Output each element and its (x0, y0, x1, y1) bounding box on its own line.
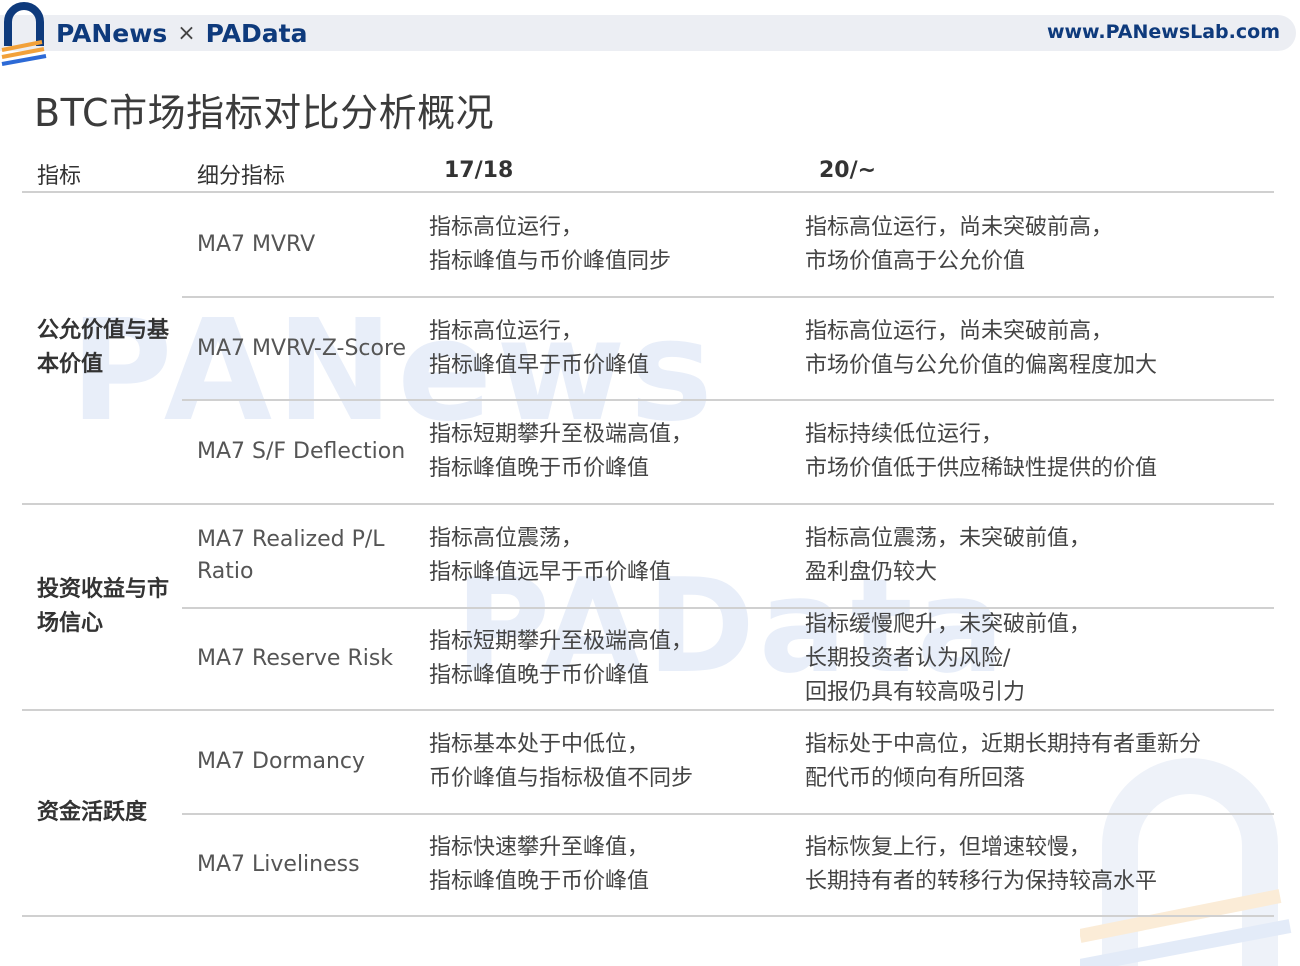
period-1718-cell: 指标快速攀升至峰值， 指标峰值晚于币价峰值 (429, 831, 805, 899)
period-1718-cell: 指标基本处于中低位， 币价峰值与指标极值不同步 (429, 728, 805, 796)
cell-line: 指标高位运行，尚未突破前高， (805, 214, 1114, 240)
header-sub-indicator: 细分指标 (197, 164, 286, 189)
cell-line: 指标峰值晚于币价峰值 (429, 456, 650, 481)
table-row: MA7 S/F Deflection 指标短期攀升至极端高值， 指标峰值晚于币价… (182, 399, 1274, 503)
period-1718-cell: 指标短期攀升至极端高值， 指标峰值晚于币价峰值 (429, 625, 805, 693)
group-label: 公允价值与基本价值 (37, 318, 170, 377)
cell-line: 指标持续低位运行， (805, 422, 1004, 447)
cell-line: 市场价值高于公允价值 (805, 248, 1026, 274)
period-1718-cell: 指标高位运行， 指标峰值与币价峰值同步 (429, 211, 805, 279)
cell-line: 指标高位震荡， (429, 526, 584, 551)
cell-line: 指标高位运行，尚未突破前高， (805, 318, 1114, 344)
cell-line: 指标恢复上行，但增速较慢， (805, 835, 1092, 860)
cell-line: 指标短期攀升至极端高值， (429, 422, 694, 447)
cell-line: 指标峰值晚于币价峰值 (429, 663, 650, 688)
sub-indicator: MA7 Reserve Risk (197, 646, 394, 671)
table-row: MA7 Dormancy 指标基本处于中低位， 币价峰值与指标极值不同步 指标处… (182, 711, 1274, 813)
sub-indicator: MA7 MVRV (197, 231, 316, 257)
cell-line: 指标峰值远早于币价峰值 (429, 560, 672, 585)
table-row: MA7 Reserve Risk 指标短期攀升至极端高值， 指标峰值晚于币价峰值… (182, 607, 1274, 709)
cell-line: 回报仍具有较高吸引力 (805, 680, 1026, 705)
header-period-20: 20/~ (819, 158, 877, 183)
table-group: 公允价值与基本价值 MA7 MVRV 指标高位运行， 指标峰值与币价峰值同步 指… (22, 193, 1274, 505)
table-row: MA7 Liveliness 指标快速攀升至峰值， 指标峰值晚于币价峰值 指标恢… (182, 813, 1274, 915)
cell-line: 配代币的倾向有所回落 (805, 766, 1026, 791)
group-label: 投资收益与市场信心 (37, 577, 170, 636)
header-indicator: 指标 (37, 164, 82, 189)
group-label: 资金活跃度 (37, 800, 148, 825)
table-group: 资金活跃度 MA7 Dormancy 指标基本处于中低位， 币价峰值与指标极值不… (22, 711, 1274, 917)
cell-line: 指标峰值晚于币价峰值 (429, 869, 650, 894)
cell-line: 指标高位运行， (429, 318, 584, 344)
period-20-cell: 指标高位震荡，未突破前值， 盈利盘仍较大 (805, 522, 1274, 590)
table-header: 指标 细分指标 17/18 20/~ (22, 152, 1274, 193)
period-1718-cell: 指标高位运行， 指标峰值早于币价峰值 (429, 315, 805, 383)
period-20-cell: 指标恢复上行，但增速较慢， 长期持有者的转移行为保持较高水平 (805, 831, 1274, 899)
page-title: BTC市场指标对比分析概况 (34, 91, 495, 135)
indicator-table: 指标 细分指标 17/18 20/~ 公允价值与基本价值 MA7 MVRV 指标… (22, 152, 1274, 917)
cell-line: 指标快速攀升至峰值， (429, 835, 650, 860)
period-20-cell: 指标持续低位运行， 市场价值低于供应稀缺性提供的价值 (805, 418, 1274, 486)
table-row: MA7 MVRV-Z-Score 指标高位运行， 指标峰值早于币价峰值 指标高位… (182, 296, 1274, 399)
cell-line: 指标基本处于中低位， (429, 732, 650, 757)
table-row: MA7 Realized P/L Ratio 指标高位震荡， 指标峰值远早于币价… (182, 505, 1274, 607)
cell-line: 指标峰值早于币价峰值 (429, 352, 650, 378)
cell-line: 长期投资者认为风险/ (805, 646, 1011, 671)
sub-indicator: MA7 S/F Deflection (197, 439, 406, 464)
cell-line: 指标处于中高位，近期长期持有者重新分 (805, 732, 1202, 757)
brand-separator: × (177, 20, 196, 46)
cell-line: 币价峰值与指标极值不同步 (429, 766, 694, 791)
table-group: 投资收益与市场信心 MA7 Realized P/L Ratio 指标高位震荡，… (22, 505, 1274, 711)
brand-padata: PAData (205, 18, 308, 48)
cell-line: 盈利盘仍较大 (805, 560, 938, 585)
header-period-1718: 17/18 (444, 158, 514, 183)
panews-arch-logo-icon (1, 2, 47, 66)
sub-indicator: MA7 Liveliness (197, 852, 360, 877)
site-url[interactable]: www.PANewsLab.com (1047, 21, 1280, 43)
period-20-cell: 指标高位运行，尚未突破前高， 市场价值与公允价值的偏离程度加大 (805, 315, 1274, 383)
brand-panews: PANews (56, 18, 168, 48)
cell-line: 指标高位运行， (429, 214, 584, 240)
cell-line: 市场价值低于供应稀缺性提供的价值 (805, 456, 1158, 481)
cell-line: 指标高位震荡，未突破前值， (805, 526, 1092, 551)
sub-indicator: MA7 Dormancy (197, 749, 366, 774)
cell-line: 指标缓慢爬升，未突破前值， (805, 612, 1092, 637)
period-20-cell: 指标高位运行，尚未突破前高， 市场价值高于公允价值 (805, 211, 1274, 279)
cell-line: 长期持有者的转移行为保持较高水平 (805, 869, 1158, 894)
cell-line: 市场价值与公允价值的偏离程度加大 (805, 352, 1158, 378)
cell-line: 指标短期攀升至极端高值， (429, 629, 694, 654)
brand: PANews × PAData (56, 17, 308, 49)
cell-line: 指标峰值与币价峰值同步 (429, 248, 672, 274)
period-20-cell: 指标缓慢爬升，未突破前值， 长期投资者认为风险/ 回报仍具有较高吸引力 (805, 608, 1274, 710)
period-1718-cell: 指标短期攀升至极端高值， 指标峰值晚于币价峰值 (429, 418, 805, 486)
period-1718-cell: 指标高位震荡， 指标峰值远早于币价峰值 (429, 522, 805, 590)
sub-indicator: MA7 MVRV-Z-Score (197, 335, 407, 361)
table-row: MA7 MVRV 指标高位运行， 指标峰值与币价峰值同步 指标高位运行，尚未突破… (182, 193, 1274, 296)
period-20-cell: 指标处于中高位，近期长期持有者重新分 配代币的倾向有所回落 (805, 728, 1274, 796)
sub-indicator: MA7 Realized P/L Ratio (197, 527, 385, 584)
